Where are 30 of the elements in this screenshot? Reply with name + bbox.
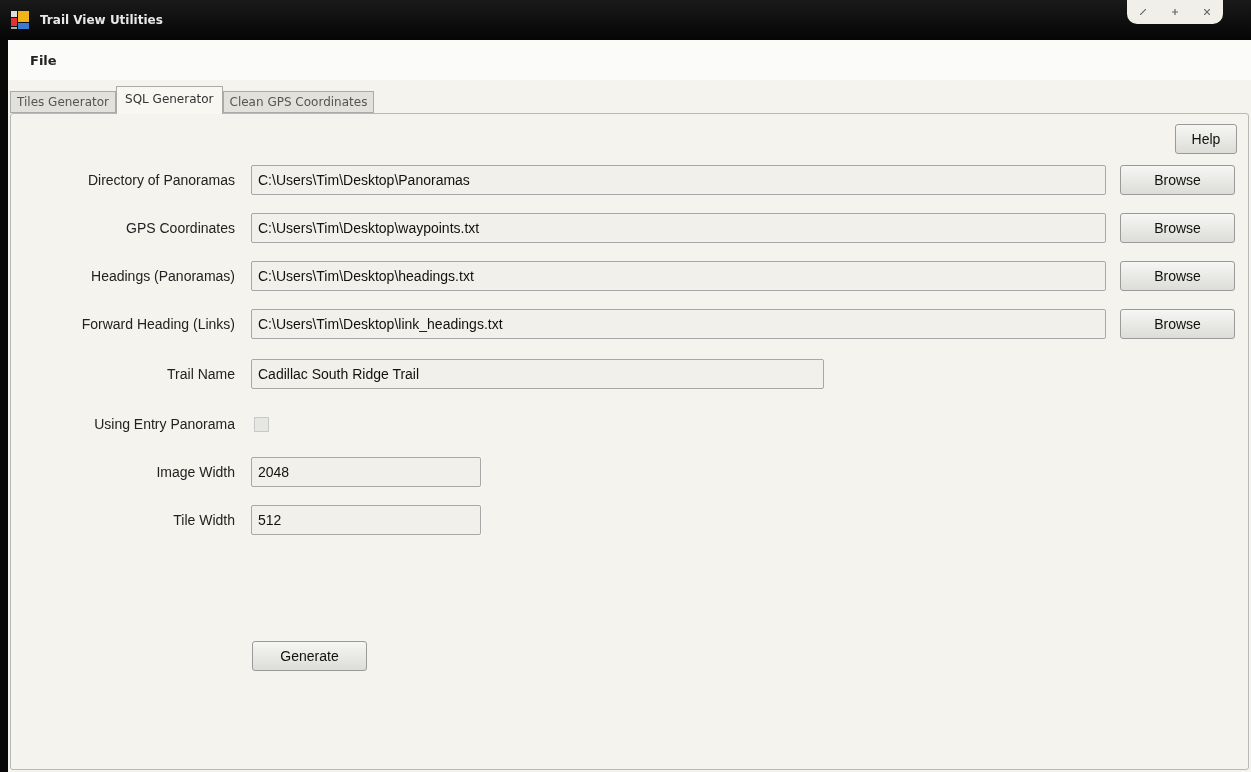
number-field[interactable]: 512 [251, 505, 481, 535]
maximize-icon[interactable] [1172, 9, 1178, 15]
field-label: Trail Name [167, 366, 235, 382]
field-label: Image Width [156, 464, 235, 480]
field-label: GPS Coordinates [126, 220, 235, 236]
help-button[interactable]: Help [1175, 124, 1237, 154]
field-label: Headings (Panoramas) [91, 268, 235, 284]
menu-item[interactable]: File [30, 52, 57, 68]
path-field[interactable]: C:\Users\Tim\Desktop\link_headings.txt [251, 309, 1106, 339]
generate-button[interactable]: Generate [252, 641, 367, 671]
field-label: Tile Width [173, 512, 235, 528]
path-field[interactable]: C:\Users\Tim\Desktop\Panoramas [251, 165, 1106, 195]
field-label: Using Entry Panorama [94, 416, 235, 432]
minimize-icon[interactable] [1140, 9, 1146, 15]
trail-name-field[interactable]: Cadillac South Ridge Trail [251, 359, 824, 389]
path-field[interactable]: C:\Users\Tim\Desktop\headings.txt [251, 261, 1106, 291]
close-icon[interactable] [1204, 9, 1210, 15]
tab[interactable]: Clean GPS Coordinates [222, 91, 375, 113]
field-label: Forward Heading (Links) [81, 316, 235, 332]
tab[interactable]: Tiles Generator [10, 91, 116, 113]
app-icon [10, 10, 30, 30]
path-field[interactable]: C:\Users\Tim\Desktop\waypoints.txt [251, 213, 1106, 243]
field-label: Directory of Panoramas [87, 172, 235, 188]
window-title: Trail View Utilities [40, 13, 163, 27]
browse-button[interactable]: Browse [1120, 165, 1235, 195]
number-field[interactable]: 2048 [251, 457, 481, 487]
tab[interactable]: SQL Generator [116, 86, 223, 114]
browse-button[interactable]: Browse [1120, 309, 1235, 339]
browse-button[interactable]: Browse [1120, 261, 1235, 291]
browse-button[interactable]: Browse [1120, 213, 1235, 243]
